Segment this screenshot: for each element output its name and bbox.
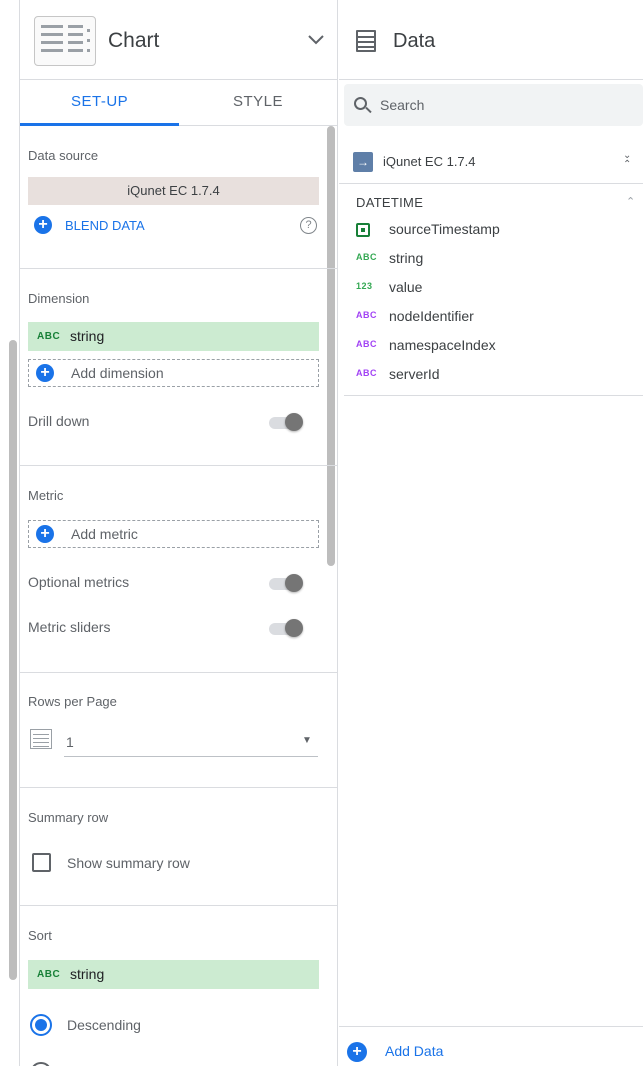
dimension-chip-label: string — [70, 328, 105, 344]
data-panel-header: Data — [339, 0, 643, 80]
fields-divider — [344, 395, 643, 396]
outer-gutter — [0, 0, 20, 1066]
rows-per-page-heading: Rows per Page — [28, 694, 117, 709]
field-label: nodeIdentifier — [389, 308, 474, 324]
rows-per-page-select[interactable]: 1 ▼ — [64, 729, 318, 757]
metric-heading: Metric — [28, 488, 64, 503]
field-item[interactable]: ABC nodeIdentifier — [339, 303, 643, 332]
optional-metrics-label: Optional metrics — [28, 574, 130, 590]
text-type-icon: ABC — [37, 969, 61, 980]
summary-row-heading: Summary row — [28, 810, 109, 825]
field-label: serverId — [389, 366, 440, 382]
data-source-name: iQunet EC 1.7.4 — [383, 154, 476, 169]
footer-divider — [339, 1026, 643, 1027]
dimension-heading: Dimension — [28, 291, 90, 306]
field-label: string — [389, 250, 424, 266]
tab-setup[interactable]: SET-UP — [71, 93, 128, 110]
data-source-heading: Data source — [28, 148, 99, 163]
data-table-icon — [356, 30, 376, 52]
data-panel-title: Data — [393, 30, 436, 52]
add-dimension-label: Add dimension — [71, 365, 164, 381]
rows-list-icon — [30, 729, 52, 749]
field-group-header[interactable]: DATETIME ⌃ — [339, 190, 643, 216]
field-group-label: DATETIME — [356, 195, 424, 210]
dropdown-arrow-icon: ▼ — [302, 735, 312, 746]
chart-type-title: Chart — [108, 29, 160, 52]
field-item[interactable]: ABC namespaceIndex — [339, 332, 643, 361]
text-type-icon: ABC — [37, 331, 61, 342]
show-summary-row-checkbox[interactable] — [32, 853, 51, 872]
text-type-icon: ABC — [356, 252, 377, 262]
sort-chip[interactable]: ABC string — [28, 960, 319, 989]
section-divider — [20, 672, 338, 673]
field-item[interactable]: ABC serverId — [339, 361, 643, 390]
drill-down-toggle[interactable] — [269, 413, 303, 431]
show-summary-row-label: Show summary row — [67, 855, 190, 871]
add-data-label: Add Data — [385, 1043, 444, 1059]
panel-scrollbar[interactable] — [327, 126, 335, 566]
data-source-row[interactable]: → iQunet EC 1.7.4 ⌄ ⌃ — [339, 140, 643, 184]
add-circle-icon: + — [36, 364, 54, 382]
outer-scrollbar[interactable] — [9, 340, 17, 980]
data-panel: Data → iQunet EC 1.7.4 ⌄⌃ DATETIME ⌃ sou… — [339, 0, 643, 1066]
descending-label: Descending — [67, 1017, 141, 1033]
field-label: sourceTimestamp — [389, 221, 500, 237]
chevron-up-icon: ⌃ — [626, 196, 636, 208]
section-divider — [20, 787, 338, 788]
field-label: namespaceIndex — [389, 337, 496, 353]
text-type-icon: ABC — [356, 310, 377, 320]
text-type-icon: ABC — [356, 368, 377, 378]
field-item[interactable]: 123 value — [339, 274, 643, 303]
search-icon — [354, 97, 367, 110]
field-search[interactable] — [344, 84, 643, 126]
field-item[interactable]: ABC string — [339, 245, 643, 274]
number-type-icon: 123 — [356, 281, 373, 291]
blend-data-label: BLEND DATA — [65, 218, 145, 233]
add-metric-button[interactable]: + Add metric — [28, 520, 319, 548]
section-divider — [20, 905, 338, 906]
add-circle-icon: + — [36, 525, 54, 543]
data-source-selector[interactable]: iQunet EC 1.7.4 — [28, 177, 319, 205]
metric-sliders-label: Metric sliders — [28, 619, 111, 635]
optional-metrics-toggle[interactable] — [269, 574, 303, 592]
expand-collapse-icon[interactable]: ⌄ ⌃ — [623, 151, 631, 170]
chevron-down-icon[interactable] — [306, 30, 326, 50]
add-circle-icon: + — [34, 216, 52, 234]
chart-properties-panel: Chart SET-UP STYLE Data source iQunet EC… — [20, 0, 338, 1066]
add-metric-label: Add metric — [71, 526, 138, 542]
data-source-icon: → — [353, 152, 373, 172]
field-label: value — [389, 279, 423, 295]
descending-radio[interactable] — [30, 1014, 52, 1036]
search-input[interactable] — [380, 94, 630, 116]
active-tab-indicator — [20, 123, 179, 126]
rows-per-page-value: 1 — [66, 734, 74, 750]
tab-style[interactable]: STYLE — [233, 93, 283, 110]
chart-type-selector[interactable]: Chart — [20, 0, 338, 80]
sort-heading: Sort — [28, 928, 52, 943]
section-divider — [20, 465, 338, 466]
field-item[interactable]: sourceTimestamp — [339, 216, 643, 245]
metric-sliders-toggle[interactable] — [269, 619, 303, 637]
panel-tabs: SET-UP STYLE — [20, 80, 338, 126]
dimension-chip[interactable]: ABC string — [28, 322, 319, 351]
sort-chip-label: string — [70, 966, 105, 982]
add-dimension-button[interactable]: + Add dimension — [28, 359, 319, 387]
table-chart-icon — [34, 16, 96, 66]
ascending-radio[interactable] — [30, 1062, 52, 1066]
section-divider — [20, 268, 338, 269]
text-type-icon: ABC — [356, 339, 377, 349]
drill-down-label: Drill down — [28, 413, 90, 429]
add-circle-icon: + — [347, 1042, 367, 1062]
calendar-icon — [356, 223, 370, 237]
help-icon[interactable]: ? — [300, 217, 317, 234]
